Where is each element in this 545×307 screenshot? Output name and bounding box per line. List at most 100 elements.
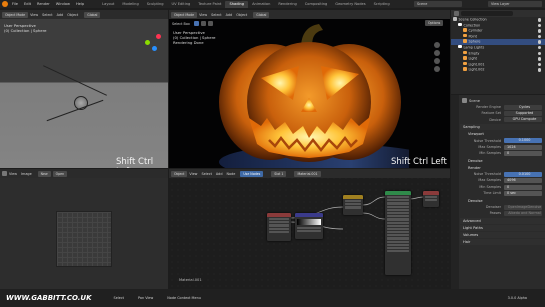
main-transform-dropdown[interactable]: Global (253, 11, 270, 18)
image-menu-view[interactable]: View (9, 172, 17, 176)
advanced-panel-header[interactable]: Advanced (460, 217, 545, 224)
visibility-eye-icon[interactable] (537, 68, 541, 72)
principled-bsdf-node[interactable] (385, 191, 411, 275)
left-menu-select[interactable]: Select (42, 13, 52, 17)
light-paths-panel-header[interactable]: Light Paths (460, 224, 545, 231)
passes-label: Passes (489, 211, 501, 216)
hair-panel-header[interactable]: Hair (460, 239, 545, 246)
main-viewport[interactable]: Object Mode View Select Add Object Globa… (169, 10, 450, 168)
extend-mode-icon[interactable] (200, 21, 206, 26)
time-limit-label: Time Limit (483, 191, 501, 196)
options-dropdown[interactable]: Options (425, 20, 444, 26)
object-icon (463, 39, 467, 43)
outliner-row-label: Scene Collection (458, 17, 487, 22)
image-menu-image[interactable]: Image (21, 172, 32, 176)
outliner-row-label: Lamp Lights (463, 45, 485, 50)
scene-selector[interactable]: Scene (414, 1, 462, 7)
tab-layout[interactable]: Layout (98, 1, 118, 8)
main-mode-dropdown[interactable]: Object Mode (171, 11, 198, 18)
left-menu-add[interactable]: Add (57, 13, 64, 17)
node-editor[interactable]: Object View Select Add Node Use Nodes Sl… (169, 169, 450, 289)
render-noise-threshold-field[interactable]: 0.0100 (504, 171, 542, 177)
visibility-eye-icon[interactable] (537, 51, 541, 56)
left-transform-dropdown[interactable]: Global (84, 11, 101, 18)
color-ramp-node[interactable] (295, 213, 323, 239)
render-engine-dropdown[interactable]: Cycles (504, 104, 542, 110)
object-icon (463, 61, 467, 66)
tab-scripting[interactable]: Scripting (370, 1, 394, 8)
render-min-samples-field[interactable]: 0 (504, 184, 542, 190)
render-max-samples-field[interactable]: 4096 (504, 178, 542, 184)
mix-node[interactable] (343, 195, 363, 215)
menu-window[interactable]: Window (56, 2, 70, 6)
time-limit-row: Time Limit 0 sec (460, 190, 545, 196)
main-menu-object[interactable]: Object (236, 13, 247, 17)
left-menu-view[interactable]: View (30, 13, 38, 17)
image-editor-type-icon[interactable] (2, 171, 7, 176)
visibility-eye-icon[interactable] (537, 18, 541, 22)
volumes-panel-header[interactable]: Volumes (460, 232, 545, 239)
feature-set-dropdown[interactable]: Supported (504, 111, 542, 117)
visibility-eye-icon[interactable] (537, 29, 541, 33)
left-viewport[interactable]: Object Mode View Select Add Object Globa… (0, 10, 168, 168)
texture-coord-node[interactable] (267, 213, 291, 241)
noise-threshold-field[interactable]: 0.1000 (504, 138, 542, 144)
menu-help[interactable]: Help (76, 2, 84, 6)
main-menu-select[interactable]: Select (211, 13, 221, 17)
tab-shading[interactable]: Shading (225, 1, 249, 8)
outliner-row-label: Light.002 (468, 67, 485, 72)
visibility-eye-icon[interactable] (537, 40, 541, 44)
denoiser-dropdown[interactable]: OpenImageDenoise (504, 204, 542, 210)
select-box-label[interactable]: Select Box (172, 22, 190, 26)
tab-uv-editing[interactable]: UV Editing (168, 1, 195, 8)
time-limit-field[interactable]: 0 sec (504, 190, 542, 196)
max-samples-field[interactable]: 1024 (504, 144, 542, 150)
select-mode-icon[interactable] (193, 21, 199, 26)
main-nav-gizmo-icon[interactable] (427, 40, 447, 80)
tab-sculpting[interactable]: Sculpting (143, 1, 168, 8)
blender-logo-icon[interactable] (2, 1, 8, 7)
version-label: 3.0.0 Alpha (507, 296, 527, 300)
outliner-row-label: Light (468, 56, 477, 61)
object-icon (463, 28, 467, 32)
image-new-button[interactable]: New (37, 170, 51, 177)
visibility-eye-icon[interactable] (537, 57, 541, 61)
left-menu-object[interactable]: Object (67, 13, 78, 17)
material-output-node[interactable] (423, 191, 439, 207)
image-editor-header: View Image New Open (0, 169, 168, 178)
outliner-row[interactable]: Light.002 (451, 67, 545, 73)
outliner-filter-icon[interactable] (454, 11, 459, 16)
left-mode-dropdown[interactable]: Object Mode (2, 11, 29, 18)
tab-texture-paint[interactable]: Texture Paint (194, 1, 225, 8)
viewport-denoise-header[interactable]: Denoise (460, 157, 545, 164)
tab-compositing[interactable]: Compositing (301, 1, 332, 8)
visibility-eye-icon[interactable] (537, 34, 541, 39)
image-editor[interactable]: View Image New Open (0, 169, 168, 289)
visibility-eye-icon[interactable] (537, 62, 541, 67)
tab-animation[interactable]: Animation (248, 1, 274, 8)
visibility-eye-icon[interactable] (537, 45, 541, 50)
object-icon (463, 33, 467, 38)
sampling-panel-header[interactable]: Sampling (460, 124, 545, 131)
main-viewport-header: Object Mode View Select Add Object Globa… (169, 10, 450, 19)
image-open-button[interactable]: Open (52, 170, 68, 177)
tab-rendering[interactable]: Rendering (274, 1, 300, 8)
main-menu-add[interactable]: Add (226, 13, 233, 17)
properties-tab-column (451, 95, 459, 289)
main-menu: File Edit Render Window Help (12, 2, 90, 6)
device-dropdown[interactable]: GPU Compute (504, 117, 542, 123)
tab-modeling[interactable]: Modeling (118, 1, 142, 8)
tab-geometry-nodes[interactable]: Geometry Nodes (331, 1, 369, 8)
object-icon (458, 44, 462, 49)
main-menu-view[interactable]: View (199, 13, 207, 17)
outliner-search-input[interactable] (461, 11, 513, 16)
status-pan-view: Pan View (138, 296, 154, 300)
menu-edit[interactable]: Edit (24, 2, 31, 6)
min-samples-field[interactable]: 0 (504, 151, 542, 157)
visibility-eye-icon[interactable] (537, 23, 541, 28)
passes-dropdown[interactable]: Albedo and Normal (504, 210, 542, 216)
left-nav-gizmo-icon[interactable] (142, 32, 164, 54)
menu-file[interactable]: File (12, 2, 18, 6)
menu-render[interactable]: Render (37, 2, 50, 6)
view-layer-selector[interactable]: View Layer (488, 1, 542, 7)
